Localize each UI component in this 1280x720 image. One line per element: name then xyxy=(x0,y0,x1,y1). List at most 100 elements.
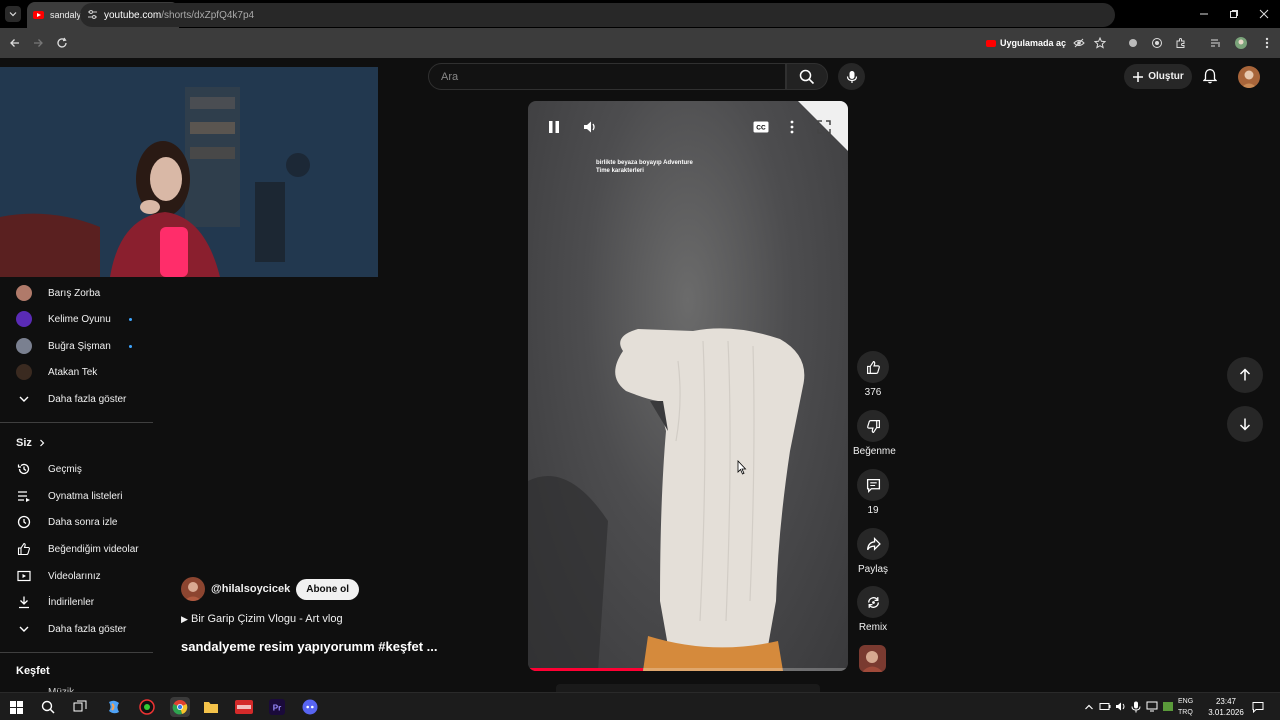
sidebar-item-playlists[interactable]: Oynatma listeleri xyxy=(0,483,153,509)
sidebar-item-history[interactable]: Geçmiş xyxy=(0,456,153,482)
reload-icon xyxy=(57,37,67,48)
sidebar-item-downloads[interactable]: İndirilenler xyxy=(0,589,153,615)
next-short-button[interactable] xyxy=(1227,406,1263,442)
shorts-video-player[interactable]: CC birlikte beyaza boyayıp Adventure Tim… xyxy=(528,101,848,671)
arrow-up-icon xyxy=(1239,368,1251,381)
sidebar-you-header[interactable]: Siz xyxy=(16,437,46,449)
search-icon xyxy=(41,700,55,714)
sidebar-sub-atakan-tek[interactable]: Atakan Tek xyxy=(0,359,153,385)
subscribe-button[interactable]: Abone ol xyxy=(296,578,359,600)
extensions-button[interactable] xyxy=(1170,28,1192,58)
close-window-button[interactable] xyxy=(1248,0,1280,28)
url-path: /shorts/dxZpfQ4k7p4 xyxy=(161,9,255,21)
reload-button[interactable] xyxy=(51,28,73,58)
taskbar-search-button[interactable] xyxy=(38,697,58,717)
tab-search-button[interactable] xyxy=(5,6,21,22)
profile-button[interactable] xyxy=(1230,28,1252,58)
bookmark-button[interactable] xyxy=(1089,28,1111,58)
sidebar-item-label: Beğendiğim videolar xyxy=(48,543,139,555)
search-input[interactable]: Ara xyxy=(428,63,786,90)
create-button[interactable]: Oluştur xyxy=(1124,64,1192,89)
sound-thumbnail[interactable] xyxy=(859,645,886,672)
taskbar-app-2[interactable] xyxy=(234,697,254,717)
notification-center-icon[interactable] xyxy=(1252,701,1264,713)
video-caption-text: birlikte beyaza boyayıp Adventure Time k… xyxy=(596,160,693,174)
fullscreen-button[interactable] xyxy=(812,115,836,139)
task-view-button[interactable] xyxy=(70,697,90,717)
site-info-icon[interactable] xyxy=(87,9,98,20)
start-button[interactable] xyxy=(6,697,26,717)
battery-icon[interactable] xyxy=(1099,701,1111,712)
account-avatar[interactable] xyxy=(1238,66,1260,88)
taskbar-chrome[interactable] xyxy=(170,697,190,717)
language-indicator[interactable]: ENG TRQ xyxy=(1178,696,1193,718)
channel-avatar-icon xyxy=(16,311,32,327)
webcam-overlay xyxy=(0,67,378,277)
extension-1-button[interactable] xyxy=(1122,28,1144,58)
minimize-button[interactable] xyxy=(1188,0,1220,28)
captions-button[interactable]: CC xyxy=(749,115,773,139)
browser-menu-button[interactable] xyxy=(1256,28,1278,58)
share-button[interactable] xyxy=(857,528,889,560)
playlist-link[interactable]: ▶ Bir Garip Çizim Vlogu - Art vlog xyxy=(181,613,343,625)
mute-button[interactable] xyxy=(578,115,602,139)
like-button[interactable] xyxy=(857,351,889,383)
sidebar-show-more-you[interactable]: Daha fazla göster xyxy=(0,616,153,642)
channel-avatar[interactable] xyxy=(181,577,205,601)
open-in-app-button[interactable]: Uygulamada aç xyxy=(980,33,1072,53)
taskbar-copilot[interactable] xyxy=(104,697,124,717)
restore-button[interactable] xyxy=(1218,0,1250,28)
sidebar-item-your-videos[interactable]: Videolarınız xyxy=(0,563,153,589)
comments-action[interactable]: 19 xyxy=(853,469,893,516)
comments-button[interactable] xyxy=(857,469,889,501)
sidebar-sub-bugra-sisman[interactable]: Buğra Şişman xyxy=(0,333,153,359)
app-tray-icon[interactable] xyxy=(1162,701,1174,712)
tracking-protection-button[interactable] xyxy=(1068,28,1090,58)
notifications-button[interactable] xyxy=(1200,66,1220,86)
video-more-button[interactable] xyxy=(780,115,804,139)
speaker-icon[interactable] xyxy=(1115,701,1127,712)
sidebar-item-watch-later[interactable]: Daha sonra izle xyxy=(0,509,153,535)
taskbar-file-explorer[interactable] xyxy=(201,697,221,717)
back-button[interactable] xyxy=(4,28,26,58)
like-count: 376 xyxy=(864,387,882,398)
microphone-icon[interactable] xyxy=(1131,701,1141,713)
media-control-button[interactable] xyxy=(1205,28,1227,58)
new-content-dot xyxy=(129,345,132,348)
address-bar[interactable]: youtube.com/shorts/dxZpfQ4k7p4 xyxy=(80,3,1115,27)
chevron-up-icon[interactable] xyxy=(1084,702,1094,712)
taskbar-app-1[interactable] xyxy=(137,697,157,717)
search-button[interactable] xyxy=(786,63,828,90)
svg-text:Pr: Pr xyxy=(273,704,281,713)
share-action[interactable]: Paylaş xyxy=(853,528,893,575)
extension-2-button[interactable] xyxy=(1146,28,1168,58)
sidebar-explore-header: Keşfet xyxy=(16,665,50,677)
channel-name[interactable]: @hilalsoycicek xyxy=(211,583,290,595)
taskbar-premiere[interactable]: Pr xyxy=(267,697,287,717)
video-progress-bar[interactable] xyxy=(528,668,848,671)
voice-search-button[interactable] xyxy=(838,63,865,90)
forward-button[interactable] xyxy=(27,28,49,58)
dislike-button[interactable] xyxy=(857,410,889,442)
discord-icon xyxy=(302,699,318,715)
like-action[interactable]: 376 xyxy=(853,351,893,398)
comment-icon xyxy=(866,478,880,493)
sidebar-divider xyxy=(0,652,153,653)
clock[interactable]: 23:47 3.01.2026 xyxy=(1198,696,1254,718)
sidebar-sub-baris-zorba[interactable]: Barış Zorba xyxy=(0,280,153,306)
remix-button[interactable] xyxy=(857,586,889,618)
dislike-action[interactable]: Beğenme xyxy=(853,410,896,457)
previous-short-button[interactable] xyxy=(1227,357,1263,393)
next-short-preview xyxy=(556,684,820,692)
sidebar-show-more-subs[interactable]: Daha fazla göster xyxy=(0,386,153,412)
pause-button[interactable] xyxy=(542,115,566,139)
sidebar-item-liked-videos[interactable]: Beğendiğim videolar xyxy=(0,536,153,562)
sidebar-sub-kelime-oyunu[interactable]: Kelime Oyunu xyxy=(0,306,153,332)
remix-icon xyxy=(867,596,879,608)
video-title[interactable]: sandalyeme resim yapıyorumm #keşfet ... xyxy=(181,639,438,654)
microphone-icon xyxy=(846,70,857,83)
star-icon xyxy=(1094,37,1106,49)
remix-action[interactable]: Remix xyxy=(853,586,893,633)
network-icon[interactable] xyxy=(1146,701,1158,712)
taskbar-discord[interactable] xyxy=(300,697,320,717)
